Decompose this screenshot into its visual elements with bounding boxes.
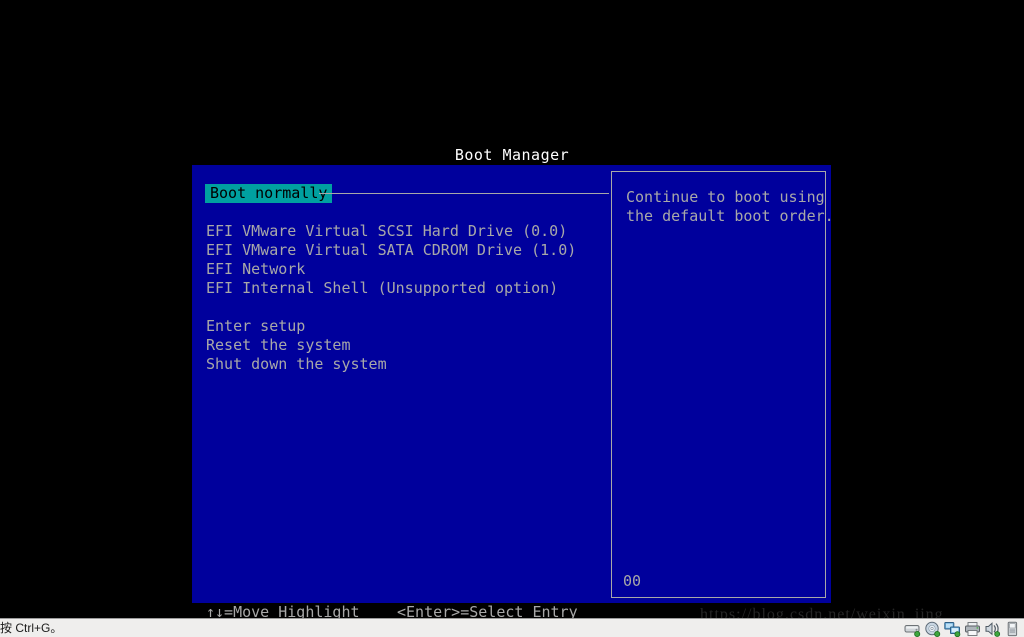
- help-text-line-2: the default boot order.: [626, 207, 834, 225]
- cd-dvd-icon[interactable]: [924, 621, 941, 637]
- page-title: Boot Manager: [454, 146, 570, 164]
- boot-manager-panel: Boot normally EFI VMware Virtual SCSI Ha…: [192, 165, 834, 611]
- watermark-url: https://blog.csdn.net/weixin_jing: [700, 606, 944, 618]
- virtual-machine-screen[interactable]: Boot Manager Boot normally EFI VMware Vi…: [0, 0, 1024, 618]
- menu-item-efi-sata-cdrom-drive[interactable]: EFI VMware Virtual SATA CDROM Drive (1.0…: [206, 241, 576, 260]
- help-description-box: Continue to boot using the default boot …: [611, 171, 834, 598]
- status-message: 按 Ctrl+G。: [0, 621, 63, 635]
- menu-item-efi-scsi-hard-drive[interactable]: EFI VMware Virtual SCSI Hard Drive (0.0): [206, 222, 567, 241]
- device-tray: [904, 620, 1021, 637]
- selection-separator-line: [319, 193, 609, 194]
- help-text-line-1: Continue to boot using: [626, 188, 825, 206]
- network-adapter-icon[interactable]: [944, 621, 961, 637]
- menu-item-boot-normally[interactable]: Boot normally: [205, 184, 333, 203]
- menu-item-enter-setup[interactable]: Enter setup: [206, 317, 305, 336]
- hint-move-highlight: ↑↓=Move Highlight: [206, 603, 360, 618]
- hint-select-entry: <Enter>=Select Entry: [397, 603, 578, 618]
- menu-item-shut-down-the-system[interactable]: Shut down the system: [206, 355, 387, 374]
- usb-device-icon[interactable]: [1004, 621, 1021, 637]
- boot-menu-list[interactable]: Boot normally EFI VMware Virtual SCSI Ha…: [192, 165, 610, 611]
- menu-item-reset-the-system[interactable]: Reset the system: [206, 336, 351, 355]
- menu-item-efi-network[interactable]: EFI Network: [206, 260, 305, 279]
- printer-icon[interactable]: [964, 621, 981, 637]
- hard-disk-icon[interactable]: [904, 621, 921, 637]
- menu-item-efi-internal-shell[interactable]: EFI Internal Shell (Unsupported option): [206, 279, 558, 298]
- vmware-status-bar: 按 Ctrl+G。: [0, 618, 1024, 637]
- help-counter-value: 00: [623, 572, 642, 590]
- sound-card-icon[interactable]: [984, 621, 1001, 637]
